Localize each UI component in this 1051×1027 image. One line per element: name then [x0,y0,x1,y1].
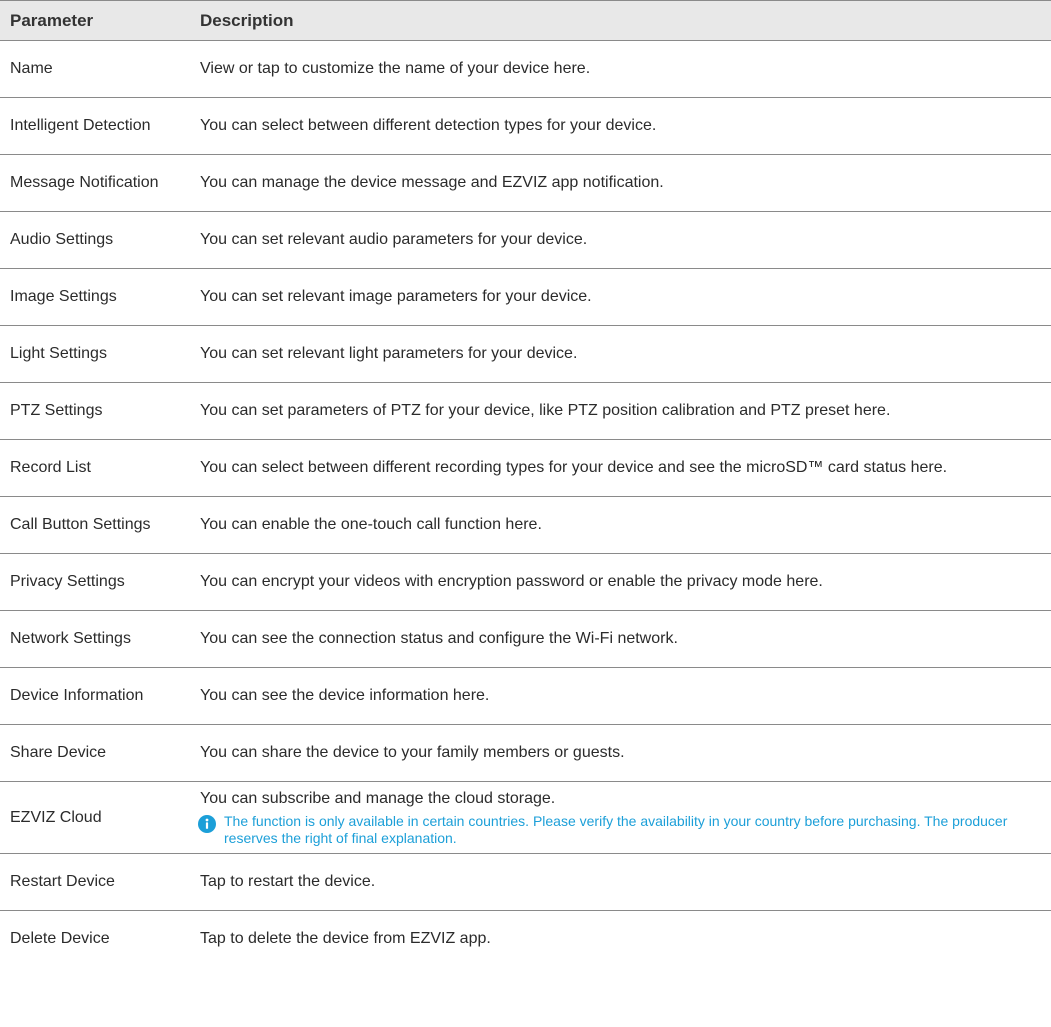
parameter-cell: Delete Device [10,930,110,948]
table-row: Delete Device Tap to delete the device f… [0,911,1051,968]
parameter-column-header: Parameter [10,10,94,30]
table-row: Name View or tap to customize the name o… [0,41,1051,98]
parameter-cell: Intelligent Detection [10,117,151,134]
description-cell: Tap to delete the device from EZVIZ app. [200,930,491,948]
table-row: Image Settings You can set relevant imag… [0,269,1051,326]
description-cell: You can set relevant light parameters fo… [200,345,578,362]
header-row: Parameter Description [0,0,1051,41]
table-row: Device Information You can see the devic… [0,668,1051,725]
description-cell: You can set relevant image parameters fo… [200,288,592,305]
description-cell: You can enable the one-touch call functi… [200,516,542,533]
table-row: Intelligent Detection You can select bet… [0,98,1051,155]
table-row: Privacy Settings You can encrypt your vi… [0,554,1051,611]
description-cell: You can manage the device message and EZ… [200,174,664,191]
table-row: Message Notification You can manage the … [0,155,1051,212]
table-row: Record List You can select between diffe… [0,440,1051,497]
parameter-cell: Call Button Settings [10,516,151,533]
description-cell: You can set parameters of PTZ for your d… [200,402,891,419]
parameter-cell: Image Settings [10,288,117,305]
parameter-cell: Network Settings [10,630,131,647]
description-cell: You can select between different detecti… [200,117,657,134]
table-row: Share Device You can share the device to… [0,725,1051,782]
description-cell: You can set relevant audio parameters fo… [200,231,588,248]
description-cell: You can see the connection status and co… [200,630,678,647]
parameter-cell: Light Settings [10,345,107,362]
table-body: Name View or tap to customize the name o… [0,41,1051,968]
description-cell: You can select between different recordi… [200,459,948,476]
description-column-header: Description [200,10,294,30]
parameter-cell: PTZ Settings [10,402,103,419]
table-row: Audio Settings You can set relevant audi… [0,212,1051,269]
parameter-cell: Restart Device [10,873,115,890]
table-row: EZVIZ Cloud You can subscribe and manage… [0,782,1051,854]
table-row: Network Settings You can see the connect… [0,611,1051,668]
note-text: The function is only available in certai… [224,813,1008,846]
description-cell: You can subscribe and manage the cloud s… [196,782,1051,854]
description-cell: You can see the device information here. [200,687,490,704]
parameter-table: Parameter Description Name View or tap t… [0,0,1051,968]
description-cell: You can share the device to your family … [200,744,625,761]
parameter-cell: Message Notification [10,174,159,191]
description-text: You can subscribe and manage the cloud s… [200,790,556,807]
table-row: Call Button Settings You can enable the … [0,497,1051,554]
table-row: Restart Device Tap to restart the device… [0,854,1051,911]
parameter-cell: Record List [10,459,91,476]
description-cell: You can encrypt your videos with encrypt… [200,573,823,590]
table-header: Parameter Description [0,0,1051,41]
parameter-cell: Share Device [10,744,107,761]
table-row: Light Settings You can set relevant ligh… [0,326,1051,383]
info-icon [198,815,216,833]
description-cell: View or tap to customize the name of you… [200,60,591,77]
parameter-cell: Device Information [10,687,144,704]
parameter-cell: Audio Settings [10,231,114,248]
availability-note: The function is only available in certai… [198,813,1039,847]
description-cell: Tap to restart the device. [200,873,376,890]
table-row: PTZ Settings You can set parameters of P… [0,383,1051,440]
parameter-cell: Privacy Settings [10,573,125,590]
parameter-cell: EZVIZ Cloud [10,808,102,826]
parameter-cell: Name [10,60,53,77]
